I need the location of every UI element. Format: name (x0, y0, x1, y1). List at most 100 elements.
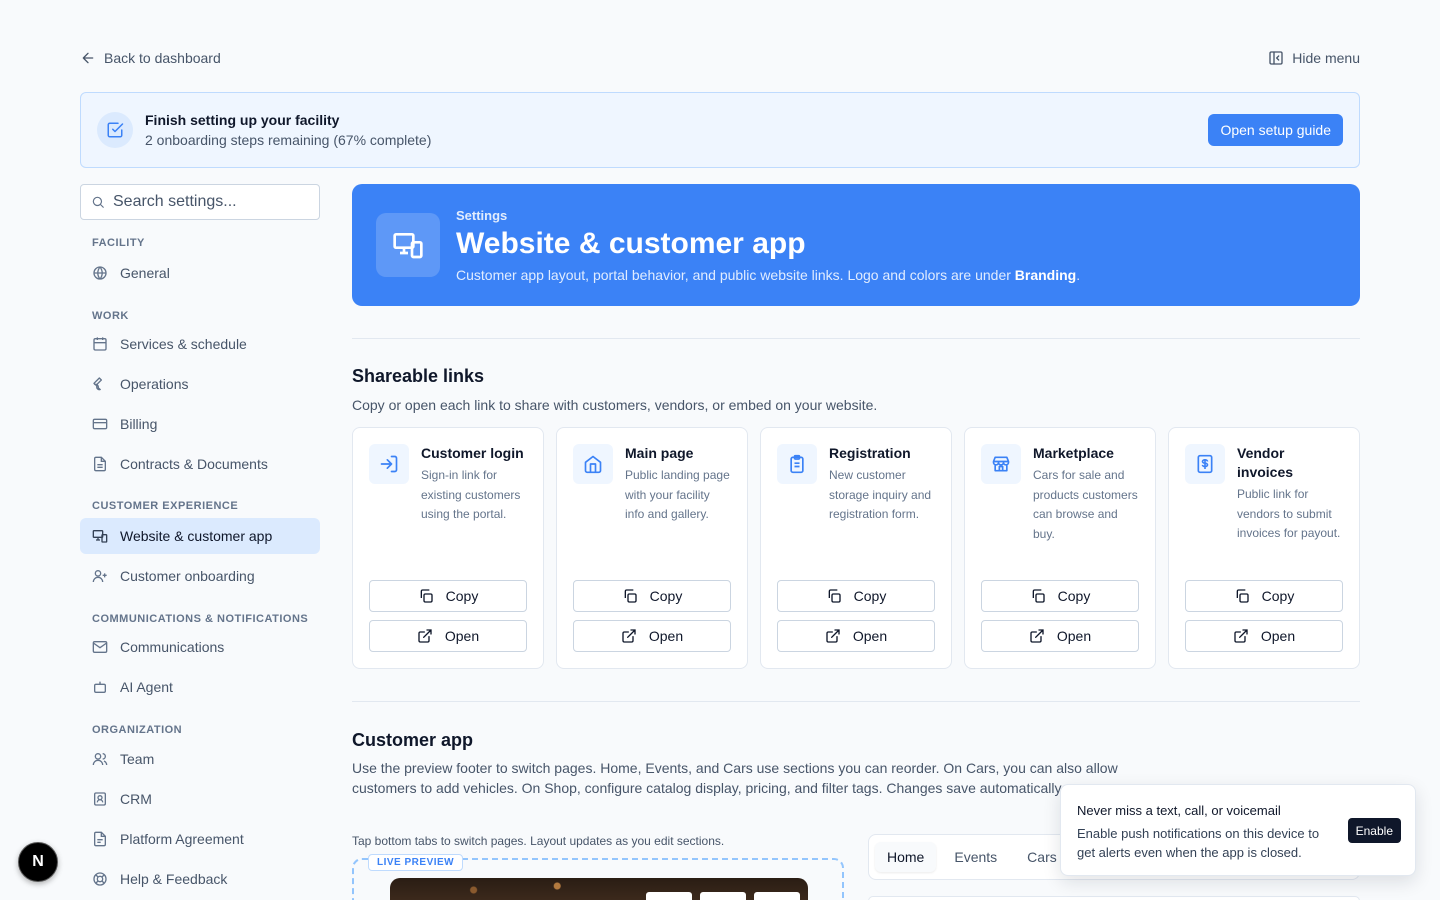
settings-search[interactable] (80, 184, 320, 220)
link-card-registration: Registration New customer storage inquir… (760, 427, 952, 669)
devices-icon (376, 213, 440, 277)
tab-events[interactable]: Events (942, 842, 1009, 872)
document-icon (92, 456, 108, 472)
live-preview-badge: LIVE PREVIEW (368, 854, 464, 871)
tab-home[interactable]: Home (875, 842, 937, 872)
preview-tip: Tap bottom tabs to switch pages. Layout … (352, 834, 725, 848)
back-to-dashboard-label: Back to dashboard (104, 50, 221, 66)
sidebar-item-communications[interactable]: Communications (80, 629, 320, 665)
bot-icon (92, 679, 108, 695)
store-icon (981, 444, 1021, 484)
user-plus-icon (92, 568, 108, 584)
open-label: Open (444, 628, 480, 644)
users-icon (92, 751, 108, 767)
sidebar-item-customer-onboarding[interactable]: Customer onboarding (80, 558, 320, 594)
open-link-button[interactable]: Open (369, 620, 527, 652)
sidebar-item-label: Platform Agreement (120, 831, 244, 847)
checkbox-icon (97, 112, 133, 148)
clipboard-icon (777, 444, 817, 484)
setup-progress-text: 2 onboarding steps remaining (67% comple… (145, 132, 432, 148)
card-description: Cars for sale and products customers can… (1033, 468, 1138, 541)
copy-icon (1030, 588, 1046, 604)
copy-icon (622, 588, 638, 604)
sidebar-item-platform-agreement[interactable]: Platform Agreement (80, 821, 320, 857)
sidebar-item-contracts-documents[interactable]: Contracts & Documents (80, 446, 320, 482)
push-notification-prompt: Never miss a text, call, or voicemail En… (1060, 784, 1416, 876)
hide-menu-button[interactable]: Hide menu (1268, 50, 1360, 66)
external-link-icon (1029, 628, 1045, 644)
enable-notifications-button[interactable]: Enable (1347, 818, 1401, 843)
sidebar-item-label: Help & Feedback (120, 871, 228, 887)
toast-body: Enable push notifications on this device… (1077, 826, 1320, 860)
branding-link[interactable]: Branding (1015, 267, 1076, 283)
open-setup-guide-button[interactable]: Open setup guide (1208, 114, 1343, 146)
sidebar-item-label: General (120, 265, 170, 281)
credit-card-icon (92, 416, 108, 432)
external-link-icon (621, 628, 637, 644)
card-description: Public link for vendors to submit invoic… (1237, 487, 1341, 540)
login-icon (369, 444, 409, 484)
sidebar-item-label: Customer onboarding (120, 568, 255, 584)
contact-icon (92, 791, 108, 807)
preview-hero-image (390, 878, 808, 900)
sidebar-item-ai-agent[interactable]: AI Agent (80, 669, 320, 705)
copy-link-button[interactable]: Copy (369, 580, 527, 612)
live-preview-frame: LIVE PREVIEW (352, 854, 844, 900)
sidebar-item-operations[interactable]: Operations (80, 366, 320, 402)
settings-sidebar: FACILITY General WORK Services & schedul… (80, 184, 320, 897)
mail-icon (92, 639, 108, 655)
sidebar-item-label: Billing (120, 416, 158, 432)
sidebar-item-general[interactable]: General (80, 255, 320, 291)
invoice-icon (1185, 444, 1225, 484)
external-link-icon (1233, 628, 1249, 644)
sidebar-item-billing[interactable]: Billing (80, 406, 320, 442)
copy-label: Copy (445, 588, 479, 604)
globe-icon (92, 265, 108, 281)
section-divider (352, 338, 1360, 339)
sidebar-item-help-feedback[interactable]: Help & Feedback (80, 861, 320, 897)
section-divider (352, 701, 1360, 702)
open-link-button[interactable]: Open (573, 620, 731, 652)
link-card-vendor-invoices: Vendor invoices Public link for vendors … (1168, 427, 1360, 669)
external-link-icon (825, 628, 841, 644)
external-link-icon (417, 628, 433, 644)
nav-group-heading-customer-experience: CUSTOMER EXPERIENCE (92, 500, 239, 512)
setup-banner: Finish setting up your facility 2 onboar… (80, 92, 1360, 168)
file-text-icon (92, 831, 108, 847)
open-link-button[interactable]: Open (1185, 620, 1343, 652)
copy-link-button[interactable]: Copy (981, 580, 1139, 612)
open-link-button[interactable]: Open (981, 620, 1139, 652)
help-icon (92, 871, 108, 887)
back-to-dashboard-link[interactable]: Back to dashboard (80, 50, 221, 66)
copy-link-button[interactable]: Copy (777, 580, 935, 612)
nav-group-heading-communications: COMMUNICATIONS & NOTIFICATIONS (92, 613, 309, 625)
sidebar-item-services-schedule[interactable]: Services & schedule (80, 326, 320, 362)
copy-link-button[interactable]: Copy (573, 580, 731, 612)
sidebar-item-label: Website & customer app (120, 528, 273, 544)
copy-icon (1234, 588, 1250, 604)
shareable-links-description: Copy or open each link to share with cus… (352, 397, 878, 413)
link-card-customer-login: Customer login Sign-in link for existing… (352, 427, 544, 669)
link-card-marketplace: Marketplace Cars for sale and products c… (964, 427, 1156, 669)
hero-eyebrow: Settings (456, 207, 508, 223)
search-input[interactable] (113, 193, 293, 211)
hero-desc-text: Customer app layout, portal behavior, an… (456, 266, 1015, 283)
section-editor-panel (868, 896, 1360, 900)
sidebar-item-team[interactable]: Team (80, 741, 320, 777)
open-link-button[interactable]: Open (777, 620, 935, 652)
page-hero: Settings Website & customer app Customer… (352, 184, 1360, 306)
sidebar-item-crm[interactable]: CRM (80, 781, 320, 817)
wrench-icon (92, 376, 108, 392)
card-title: Registration (829, 445, 911, 461)
shareable-links-title: Shareable links (352, 366, 485, 386)
open-label: Open (1056, 628, 1092, 644)
nav-group-heading-organization: ORGANIZATION (92, 724, 183, 736)
card-title: Customer login (421, 445, 524, 461)
sidebar-item-label: CRM (120, 791, 152, 807)
card-description: Public landing page with your facility i… (625, 468, 730, 521)
sidebar-item-website-customer-app[interactable]: Website & customer app (80, 518, 320, 554)
hide-menu-label: Hide menu (1292, 50, 1360, 66)
copy-link-button[interactable]: Copy (1185, 580, 1343, 612)
dev-tools-badge[interactable]: N (18, 842, 58, 882)
copy-label: Copy (1057, 588, 1091, 604)
